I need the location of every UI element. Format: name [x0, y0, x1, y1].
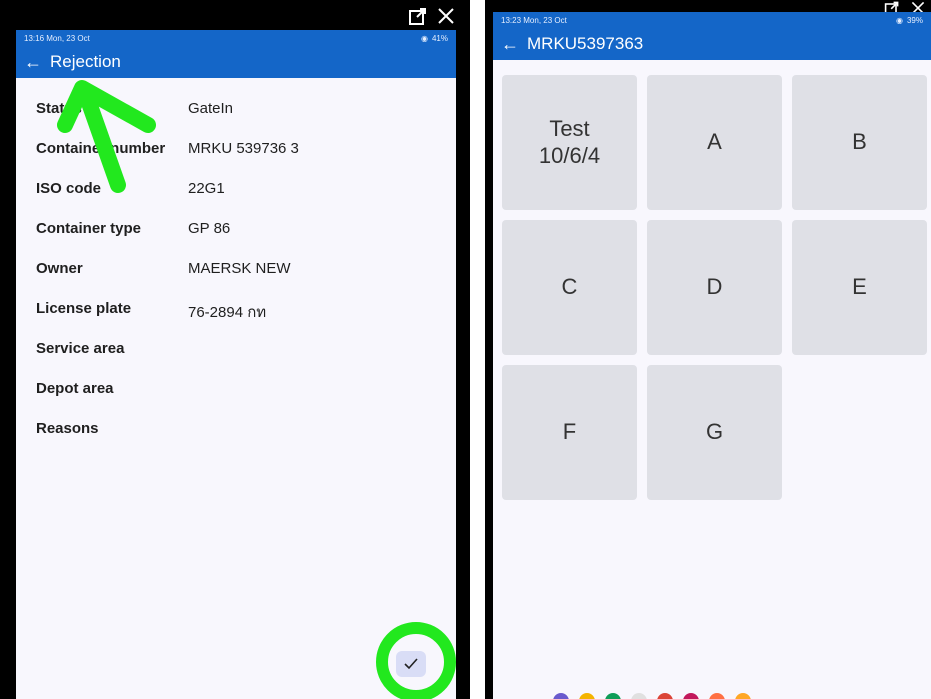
grid-tile[interactable]: D	[647, 220, 782, 355]
back-arrow-icon[interactable]: ←	[501, 35, 519, 53]
dock-app-icon[interactable]	[579, 693, 595, 699]
detail-row: License plate 76-2894 กท	[36, 300, 456, 340]
status-bar: 13:23 Mon, 23 Oct ◉ 39%	[493, 12, 931, 28]
grid-tile[interactable]: G	[647, 365, 782, 500]
confirm-button[interactable]	[396, 651, 426, 677]
status-bar: 13:16 Mon, 23 Oct ◉ 41%	[16, 30, 456, 46]
detail-label: Container number	[36, 140, 166, 157]
detail-row: Status GateIn	[36, 100, 456, 140]
left-screenshot: 13:16 Mon, 23 Oct ◉ 41% ← Rejection Stat…	[0, 0, 470, 699]
detail-label: Depot area	[36, 380, 114, 397]
grid-tile[interactable]: F	[502, 365, 637, 500]
detail-label: Status	[36, 100, 82, 117]
status-time: 13:23	[501, 15, 522, 25]
wifi-icon: ◉	[896, 15, 903, 25]
detail-value: MAERSK NEW	[188, 260, 291, 277]
detail-label: License plate	[36, 300, 132, 317]
dock-app-icon[interactable]	[631, 693, 647, 699]
tablet-screen: 13:16 Mon, 23 Oct ◉ 41% ← Rejection Stat…	[16, 30, 456, 699]
check-icon	[404, 658, 418, 670]
dock-app-icon[interactable]	[683, 693, 699, 699]
dock-app-icon[interactable]	[605, 693, 621, 699]
detail-value: 76-2894 กท	[188, 304, 267, 321]
open-external-icon[interactable]	[408, 6, 428, 26]
detail-row: ISO code 22G1	[36, 180, 456, 220]
wifi-icon: ◉	[421, 33, 428, 43]
rejection-details: Status GateIn Container number MRKU 5397…	[16, 78, 456, 460]
grid-tile[interactable]: E	[792, 220, 927, 355]
back-arrow-icon[interactable]: ←	[24, 53, 42, 71]
detail-label: Reasons	[36, 420, 99, 437]
detail-value: MRKU 539736 3	[188, 140, 299, 157]
status-date: Mon, 23 Oct	[46, 33, 90, 43]
detail-row: Owner MAERSK NEW	[36, 260, 456, 300]
right-screenshot: 13:23 Mon, 23 Oct ◉ 39% ← MRKU5397363 Te…	[485, 0, 931, 699]
detail-value: GateIn	[188, 100, 234, 117]
status-time: 13:16	[24, 33, 45, 43]
tile-grid: Test 10/6/4 A B C D E F G	[502, 75, 927, 500]
grid-tile[interactable]: A	[647, 75, 782, 210]
detail-row: Container type GP 86	[36, 220, 456, 260]
detail-value: GP 86	[188, 220, 231, 237]
page-title: Rejection	[50, 52, 121, 71]
grid-tile[interactable]: Test 10/6/4	[502, 75, 637, 210]
window-controls	[408, 4, 456, 28]
grid-tile[interactable]: C	[502, 220, 637, 355]
detail-label: ISO code	[36, 180, 102, 197]
dock-app-icon[interactable]	[657, 693, 673, 699]
detail-row[interactable]: Service area	[36, 340, 456, 380]
detail-label: Service area	[36, 340, 125, 357]
dock-app-icon[interactable]	[553, 693, 569, 699]
battery-level: 41%	[431, 33, 448, 43]
app-bar: ← Rejection	[16, 46, 456, 78]
grid-tile[interactable]: B	[792, 75, 927, 210]
battery-level: 39%	[906, 15, 923, 25]
close-icon[interactable]	[436, 6, 456, 26]
dock-app-icon[interactable]	[709, 693, 725, 699]
app-dock	[553, 691, 751, 699]
detail-label: Owner	[36, 260, 83, 277]
detail-row[interactable]: Depot area	[36, 380, 456, 420]
detail-row[interactable]: Reasons	[36, 420, 456, 460]
status-date: Mon, 23 Oct	[523, 15, 567, 25]
page-title: MRKU5397363	[527, 34, 644, 53]
detail-value: 22G1	[188, 180, 225, 197]
detail-label: Container type	[36, 220, 142, 237]
detail-row: Container number MRKU 539736 3	[36, 140, 456, 180]
app-bar: ← MRKU5397363	[493, 28, 931, 60]
dock-app-icon[interactable]	[735, 693, 751, 699]
tablet-screen: 13:23 Mon, 23 Oct ◉ 39% ← MRKU5397363 Te…	[493, 12, 931, 699]
